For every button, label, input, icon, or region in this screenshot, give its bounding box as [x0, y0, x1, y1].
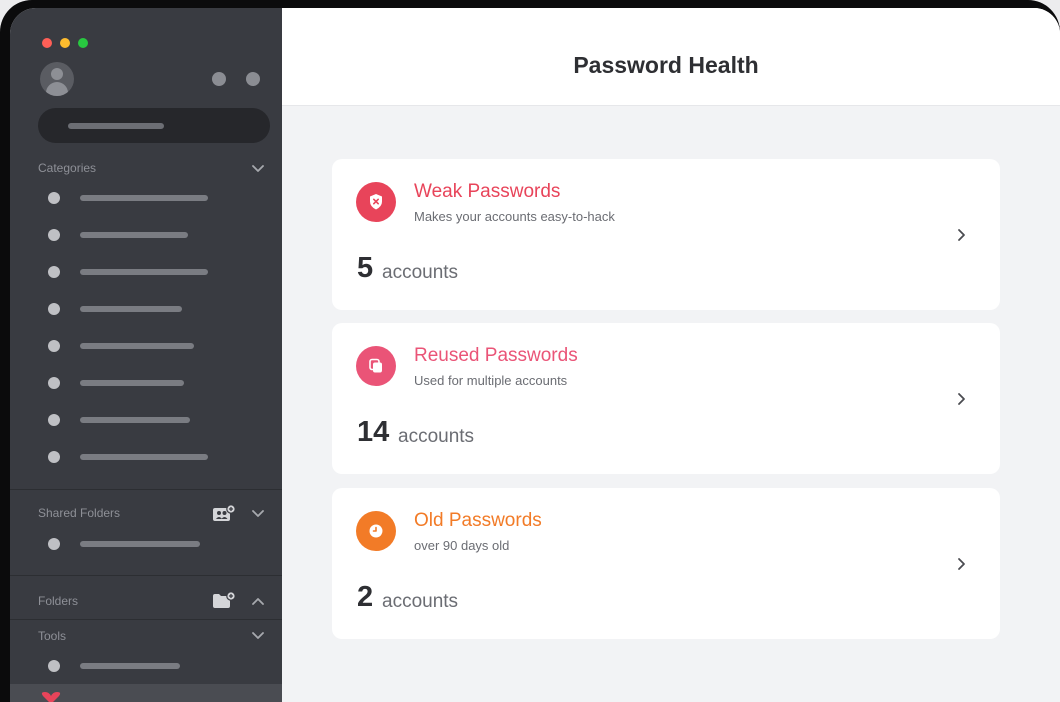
account-unit: accounts — [398, 426, 475, 447]
item-label-placeholder — [80, 269, 208, 275]
item-dot — [48, 229, 60, 241]
item-dot — [48, 192, 60, 204]
chevron-down-icon[interactable] — [250, 506, 266, 522]
item-label-placeholder — [80, 195, 208, 201]
section-label-folders: Folders — [38, 594, 79, 608]
avatar-body — [46, 82, 68, 96]
heart-icon — [40, 691, 62, 702]
zoom-window-button[interactable] — [78, 38, 88, 48]
card-subtitle: Makes your accounts easy-to-hack — [414, 209, 615, 224]
card-subtitle: Used for multiple accounts — [414, 373, 568, 388]
old-passwords-card[interactable]: Old Passwords over 90 days old 2 account… — [332, 488, 1000, 639]
item-label-placeholder — [80, 454, 208, 460]
minimize-window-button[interactable] — [60, 38, 70, 48]
item-dot — [48, 303, 60, 315]
close-window-button[interactable] — [42, 38, 52, 48]
section-divider — [10, 489, 282, 490]
app-window: Categories Shared Folders Folders Tools … — [10, 8, 1060, 702]
item-dot — [48, 538, 60, 550]
item-label-placeholder — [80, 232, 188, 238]
item-dot — [48, 660, 60, 672]
card-subtitle: over 90 days old — [414, 538, 510, 553]
search-placeholder-bar — [68, 123, 164, 129]
copy-icon — [356, 346, 396, 386]
account-unit: accounts — [382, 262, 459, 283]
item-label-placeholder — [80, 306, 182, 312]
card-title: Reused Passwords — [414, 345, 578, 366]
item-dot — [48, 451, 60, 463]
item-dot — [48, 414, 60, 426]
avatar-head — [51, 68, 63, 80]
item-label-placeholder — [80, 663, 180, 669]
item-label-placeholder — [80, 541, 200, 547]
card-title: Old Passwords — [414, 510, 542, 531]
search-field[interactable] — [38, 108, 270, 143]
item-dot — [48, 340, 60, 352]
item-label-placeholder — [80, 417, 190, 423]
chevron-right-icon[interactable] — [954, 556, 968, 572]
header-action-icon[interactable] — [246, 72, 260, 86]
avatar[interactable] — [40, 62, 74, 96]
shield-x-icon — [356, 182, 396, 222]
main-content: Password Health Weak Passwords Makes you… — [282, 8, 1060, 702]
device-frame: Categories Shared Folders Folders Tools … — [0, 0, 1060, 702]
shared-folder-add-icon[interactable] — [212, 504, 236, 522]
item-label-placeholder — [80, 380, 184, 386]
title-bar: Password Health — [282, 8, 1060, 106]
page-title: Password Health — [573, 52, 759, 78]
section-label-categories: Categories — [38, 161, 97, 175]
chevron-down-icon[interactable] — [250, 628, 266, 644]
header-action-icon[interactable] — [212, 72, 226, 86]
clock-icon — [356, 511, 396, 551]
sidebar: Categories Shared Folders Folders Tools — [10, 8, 282, 702]
item-dot — [48, 377, 60, 389]
folder-add-icon[interactable] — [212, 591, 236, 609]
item-dot — [48, 266, 60, 278]
chevron-down-icon[interactable] — [250, 161, 266, 177]
section-divider — [10, 619, 282, 620]
item-label-placeholder — [80, 343, 194, 349]
account-count: 5 — [357, 252, 374, 284]
sidebar-item-password-health[interactable] — [10, 684, 282, 702]
section-label-shared-folders: Shared Folders — [38, 506, 121, 520]
account-count: 2 — [357, 581, 374, 613]
reused-passwords-card[interactable]: Reused Passwords Used for multiple accou… — [332, 323, 1000, 474]
section-label-tools: Tools — [38, 629, 67, 643]
account-unit: accounts — [382, 591, 459, 612]
card-title: Weak Passwords — [414, 181, 561, 202]
chevron-up-icon[interactable] — [250, 594, 266, 610]
chevron-right-icon[interactable] — [954, 391, 968, 407]
chevron-right-icon[interactable] — [954, 227, 968, 243]
account-count: 14 — [357, 416, 390, 448]
window-controls — [42, 38, 88, 48]
weak-passwords-card[interactable]: Weak Passwords Makes your accounts easy-… — [332, 159, 1000, 310]
section-divider — [10, 575, 282, 576]
